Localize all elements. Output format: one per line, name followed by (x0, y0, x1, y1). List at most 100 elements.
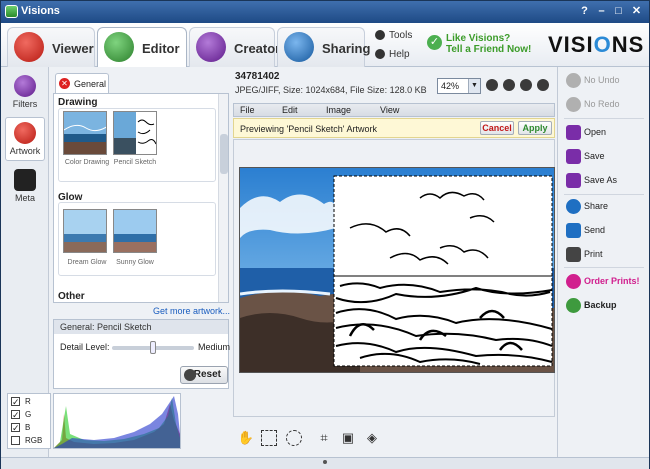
print-label: Print (584, 249, 603, 259)
get-more-artwork-link[interactable]: Get more artwork... (153, 306, 230, 316)
help-window-button[interactable]: ? (577, 4, 592, 18)
resize-grip[interactable] (323, 460, 327, 464)
zoom-select[interactable]: 42% ▼ (437, 78, 481, 94)
reset-button[interactable]: Reset (180, 366, 228, 384)
close-button[interactable]: ✕ (629, 4, 644, 18)
zoom-value: 42% (441, 81, 460, 91)
actual-size-icon[interactable] (537, 79, 549, 91)
checkbox-rgb-label: RGB (25, 436, 43, 445)
apply-button[interactable]: Apply (518, 121, 552, 135)
window-title: Visions (21, 5, 60, 17)
checkbox-g[interactable]: ✓ (11, 410, 20, 420)
help-link[interactable]: Help (375, 49, 410, 60)
help-label: Help (389, 49, 410, 60)
settings-box: General: Pencil Sketch Detail Level: Med… (53, 319, 231, 389)
order-prints-label: Order Prints! (584, 276, 640, 286)
reset-label: Reset (193, 369, 221, 380)
nav-filters-label: Filters (12, 99, 38, 109)
tools-link[interactable]: Tools (375, 30, 412, 41)
ellipse-select-icon[interactable] (286, 430, 302, 446)
scrollbar-thumb[interactable] (220, 134, 228, 174)
film-strip-icon (14, 32, 44, 62)
tab-editor[interactable]: Editor (97, 27, 187, 68)
bottom-toolbar: ✋ ⌗ ▣ ◈ (231, 423, 557, 453)
checkbox-g-label: G (25, 410, 32, 419)
minimize-button[interactable]: – (594, 4, 609, 18)
thumb-dream-glow[interactable] (63, 209, 107, 253)
detail-level-value: Medium (198, 342, 231, 352)
open-icon (566, 125, 581, 140)
hand-tool-icon[interactable]: ✋ (237, 429, 255, 447)
meta-icon (14, 169, 36, 191)
detail-level-slider[interactable] (112, 341, 194, 354)
checkbox-b[interactable]: ✓ (11, 423, 20, 433)
menu-file[interactable]: File (240, 105, 255, 115)
send-icon (566, 223, 581, 238)
menu-view[interactable]: View (380, 105, 399, 115)
slider-knob[interactable] (150, 341, 156, 354)
artwork-list-scrollbar[interactable] (218, 94, 228, 302)
checkbox-r[interactable]: ✓ (11, 397, 20, 407)
drawing-group: Color Drawing Pencil Sketch (58, 108, 216, 182)
tab-general[interactable]: ✕ General (55, 73, 109, 93)
save-icon (566, 149, 581, 164)
crop-icon[interactable]: ⌗ (315, 429, 333, 447)
tools-label: Tools (389, 30, 413, 41)
backup-icon (566, 298, 581, 313)
image-canvas[interactable] (233, 139, 555, 417)
right-actions-panel: No Undo No Redo Open Save Save As Share … (557, 67, 649, 457)
document-icon (196, 32, 226, 62)
tab-viewer[interactable]: Viewer (7, 27, 95, 67)
fit-selection-icon[interactable]: ▣ (339, 429, 357, 447)
cancel-button[interactable]: Cancel (480, 121, 514, 135)
nav-meta[interactable]: Meta (5, 165, 45, 209)
preview-bar: Previewing 'Pencil Sketch' Artwork Cance… (233, 118, 555, 138)
backup-label: Backup (584, 300, 617, 310)
thumb-sunny-glow[interactable] (113, 209, 157, 253)
tab-creator-label: Creator (234, 41, 281, 56)
print-icon (566, 247, 581, 262)
zoom-in-icon[interactable] (503, 79, 515, 91)
tab-editor-label: Editor (142, 41, 180, 56)
section-other: Other (58, 291, 85, 302)
checkbox-r-label: R (25, 397, 31, 406)
app-window: Visions ? – □ ✕ Viewer Editor Creator Sh… (0, 0, 650, 469)
send-label: Send (584, 225, 606, 235)
chevron-down-icon: ▼ (468, 79, 480, 93)
zoom-out-icon[interactable] (520, 79, 532, 91)
label-sunny-glow: Sunny Glow (116, 259, 154, 266)
tab-sharing[interactable]: Sharing (277, 27, 370, 67)
menu-edit[interactable]: Edit (282, 105, 298, 115)
redo-icon (566, 97, 581, 112)
detail-level-label: Detail Level: (60, 342, 110, 352)
nav-filters[interactable]: Filters (5, 71, 45, 115)
promo-line1: Like Visions? (446, 33, 511, 44)
section-drawing: Drawing (58, 97, 98, 108)
label-pencil-sketch: Pencil Sketch (113, 159, 157, 166)
thumb-color-drawing[interactable] (63, 111, 107, 155)
like-icon: ✓ (427, 35, 442, 50)
menu-image[interactable]: Image (326, 105, 351, 115)
straighten-icon[interactable]: ◈ (363, 429, 381, 447)
thumb-pencil-sketch[interactable] (113, 111, 157, 155)
tab-general-label: General (74, 79, 107, 89)
status-bar (1, 457, 649, 469)
artwork-icon (14, 122, 36, 144)
share-label: Share (584, 201, 609, 211)
nav-artwork[interactable]: Artwork (5, 117, 45, 161)
maximize-button[interactable]: □ (611, 4, 626, 18)
zoom-fit-icon[interactable] (486, 79, 498, 91)
tools-icon (375, 30, 385, 41)
rect-select-icon[interactable] (261, 430, 277, 446)
help-icon (375, 49, 385, 60)
tab-creator[interactable]: Creator (189, 27, 280, 67)
tab-viewer-label: Viewer (52, 41, 94, 56)
settings-header: General: Pencil Sketch (54, 320, 228, 334)
file-info: JPEG/JIFF, Size: 1024x684, File Size: 12… (235, 85, 427, 95)
histogram-graph (53, 393, 181, 449)
brush-icon (104, 32, 134, 62)
nav-meta-label: Meta (14, 193, 35, 203)
share-icon (566, 199, 581, 214)
save-as-icon (566, 173, 581, 188)
checkbox-rgb[interactable] (11, 436, 20, 445)
